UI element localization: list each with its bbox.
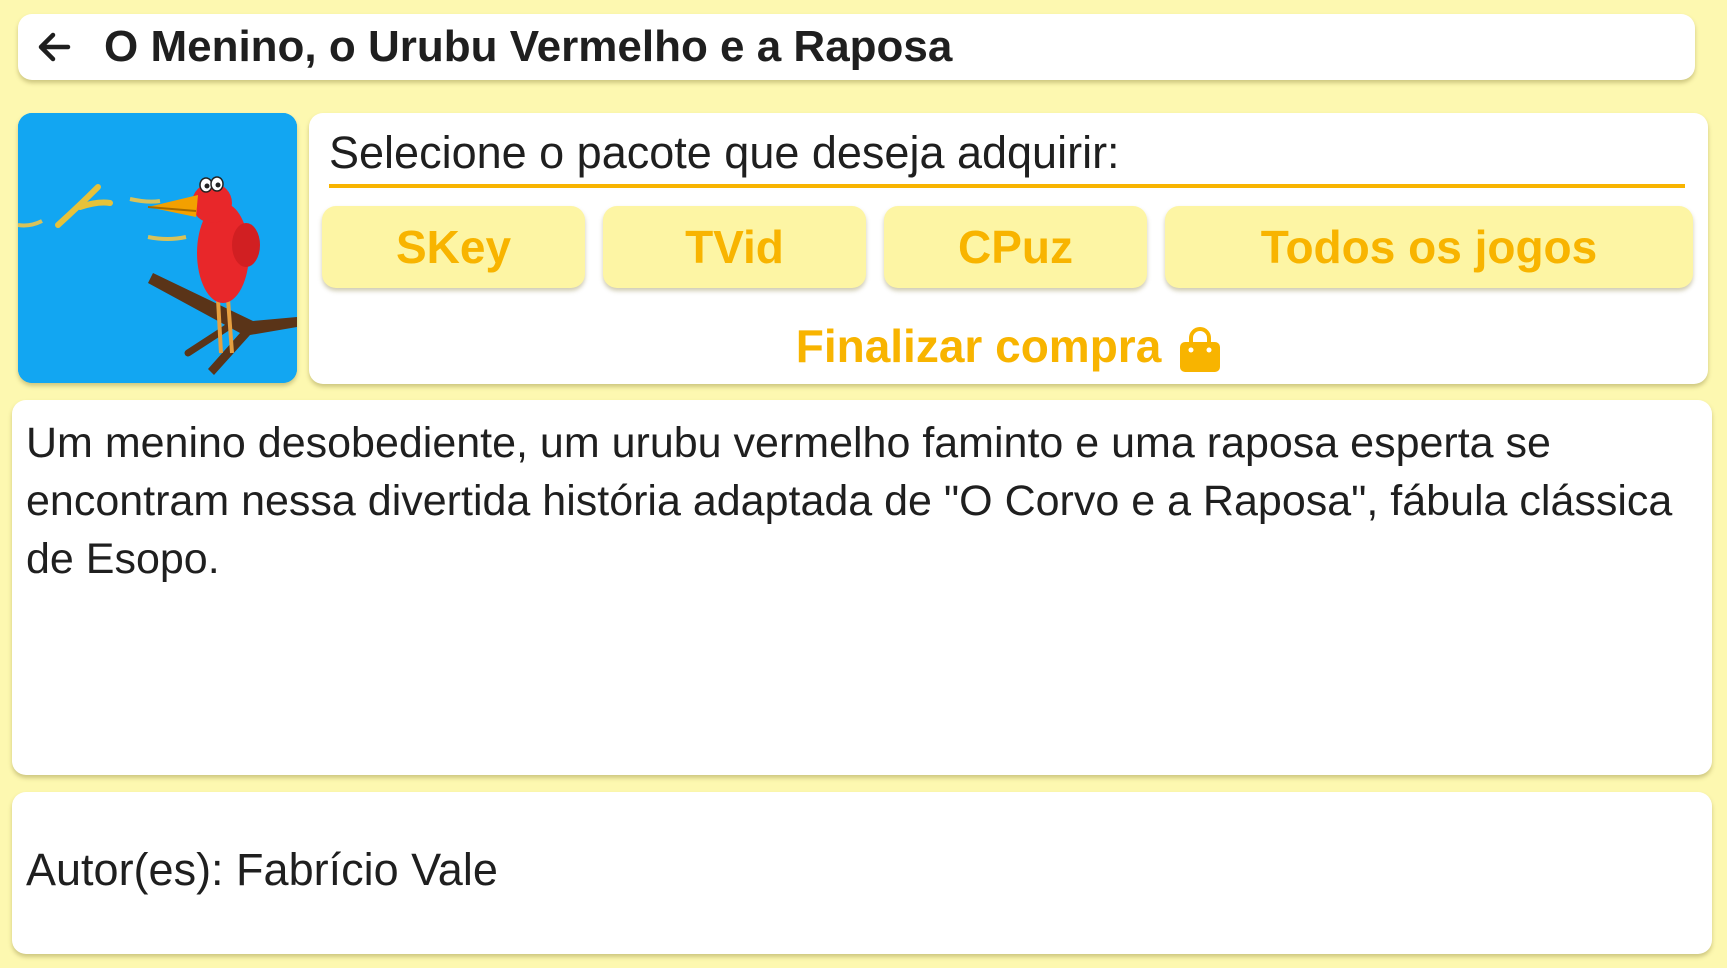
description-panel: Um menino desobediente, um urubu vermelh…	[12, 400, 1712, 775]
prompt-underline	[329, 184, 1685, 188]
story-thumbnail	[18, 113, 297, 383]
back-button[interactable]	[28, 20, 80, 74]
author-text: Autor(es): Fabrício Vale	[26, 844, 498, 895]
package-selector: Selecione o pacote que deseja adquirir: …	[309, 113, 1708, 384]
page-title: O Menino, o Urubu Vermelho e a Raposa	[104, 22, 953, 71]
description-text: Um menino desobediente, um urubu vermelh…	[26, 419, 1673, 583]
checkout-label: Finalizar compra	[795, 320, 1162, 372]
checkout-button[interactable]: Finalizar compra	[309, 313, 1708, 379]
package-button-skey[interactable]: SKey	[322, 206, 585, 288]
author-panel: Autor(es): Fabrício Vale	[12, 792, 1712, 954]
package-button-tvid[interactable]: TVid	[603, 206, 866, 288]
package-button-cpuz[interactable]: CPuz	[884, 206, 1147, 288]
shopping-bag-icon	[1180, 327, 1221, 372]
arrow-left-icon	[38, 32, 71, 62]
package-button-all-games[interactable]: Todos os jogos	[1165, 206, 1693, 288]
package-prompt: Selecione o pacote que deseja adquirir:	[329, 127, 1120, 178]
red-bird-illustration	[18, 113, 297, 383]
top-bar: O Menino, o Urubu Vermelho e a Raposa	[18, 14, 1695, 80]
